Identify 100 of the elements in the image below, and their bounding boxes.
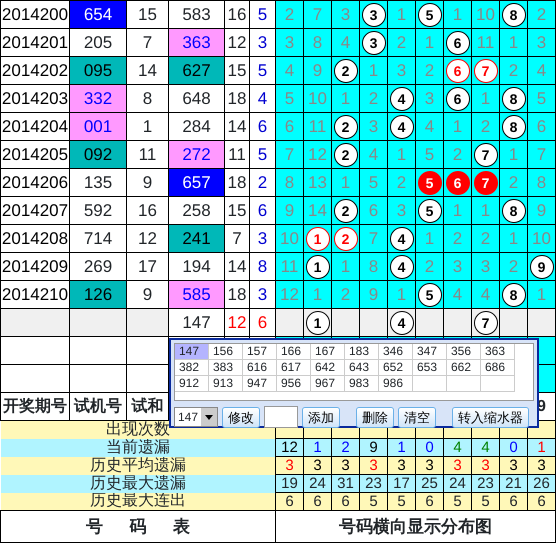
action-button[interactable]: 添加 [302, 406, 340, 428]
number-ball: 2 [334, 58, 358, 83]
test-number-cell: 095 [70, 56, 126, 84]
number-option[interactable]: 183 [345, 344, 379, 360]
sum-cell: 15 [224, 196, 250, 224]
stat-value: 19 [276, 474, 304, 492]
action-button[interactable]: 修改 [222, 406, 260, 428]
miss-count: 10 [276, 224, 304, 252]
miss-count: 4 [416, 112, 444, 140]
number-option[interactable]: 167 [311, 344, 345, 360]
stat-value: 6 [304, 492, 332, 510]
miss-count: 2 [500, 252, 528, 280]
number-option[interactable]: 986 [379, 376, 413, 392]
miss-count: 1 [444, 112, 472, 140]
number-ball: 4 [390, 254, 414, 279]
miss-count: 7 [276, 140, 304, 168]
number-option[interactable]: 947 [243, 376, 277, 392]
number-option[interactable]: 147 [175, 344, 209, 360]
miss-count: 13 [304, 168, 332, 196]
test-number-cell: 654 [70, 0, 126, 28]
miss-count: 2 [444, 140, 472, 168]
miss-count: 6 [528, 112, 556, 140]
sum-cell: 14 [224, 252, 250, 280]
miss-count: 5 [276, 84, 304, 112]
miss-count: 1 [444, 0, 472, 28]
stat-label: 历史最大遗漏 [0, 474, 276, 492]
number-option[interactable]: 643 [345, 360, 379, 376]
action-button[interactable]: 清空 [398, 406, 436, 428]
miss-count: 2 [332, 280, 360, 308]
sum-cell: 8 [126, 84, 168, 112]
stat-value: 3 [416, 456, 444, 474]
miss-count: 8 [304, 28, 332, 56]
sum-cell: 18 [224, 280, 250, 308]
number-option[interactable]: 347 [413, 344, 447, 360]
number-option[interactable]: 662 [447, 360, 481, 376]
stat-value: 0 [416, 438, 444, 456]
stat-value: 23 [472, 474, 500, 492]
miss-count: 11 [276, 252, 304, 280]
stat-value: 5 [388, 492, 416, 510]
number-ball: 8 [502, 114, 526, 139]
period-cell: 2014203 [0, 84, 70, 112]
number-option[interactable]: 967 [311, 376, 345, 392]
sum-cell: 15 [126, 0, 168, 28]
number-input[interactable] [264, 406, 298, 428]
number-ball: 4 [390, 310, 414, 335]
number-option[interactable]: 616 [243, 360, 277, 376]
test-number-cell: 592 [70, 196, 126, 224]
miss-count: 3 [388, 56, 416, 84]
number-ball: 8 [502, 2, 526, 27]
footer-title: 号码横向显示分布图 [276, 510, 556, 542]
number-ball: 5 [418, 282, 442, 307]
miss-count: 1 [500, 28, 528, 56]
sum-cell: 12 [224, 308, 250, 336]
draw-number-cell: 627 [168, 56, 224, 84]
period-cell: 2014205 [0, 140, 70, 168]
stat-value: 6 [528, 492, 556, 510]
footer-title: 号 码 表 [0, 510, 276, 542]
number-option[interactable]: 382 [175, 360, 209, 376]
number-option[interactable]: 652 [379, 360, 413, 376]
number-option[interactable]: 686 [481, 360, 515, 376]
miss-count: 4 [472, 280, 500, 308]
miss-count: 9 [360, 280, 388, 308]
number-option[interactable]: 983 [345, 376, 379, 392]
number-option[interactable]: 156 [209, 344, 243, 360]
miss-count: 2 [528, 0, 556, 28]
number-ball: 4 [390, 86, 414, 111]
number-option[interactable]: 956 [277, 376, 311, 392]
number-option[interactable]: 653 [413, 360, 447, 376]
miss-count: 10 [304, 84, 332, 112]
miss-count: 5 [528, 84, 556, 112]
miss-count: 1 [528, 280, 556, 308]
stat-value: 2 [332, 438, 360, 456]
stat-value: 4 [444, 438, 472, 456]
miss-count: 1 [332, 168, 360, 196]
miss-count: 2 [472, 112, 500, 140]
number-option[interactable]: 356 [447, 344, 481, 360]
number-select[interactable]: 147 [174, 407, 218, 427]
action-button[interactable]: 转入缩水器 [452, 406, 530, 428]
number-option[interactable]: 363 [481, 344, 515, 360]
number-option[interactable]: 383 [209, 360, 243, 376]
sum-cell: 18 [224, 84, 250, 112]
miss-count: 2 [416, 252, 444, 280]
stat-value: 1 [388, 438, 416, 456]
number-option[interactable]: 346 [379, 344, 413, 360]
miss-count: 1 [304, 280, 332, 308]
stat-value: 3 [276, 456, 304, 474]
number-ball: 8 [502, 86, 526, 111]
miss-count: 10 [472, 0, 500, 28]
number-option[interactable]: 166 [277, 344, 311, 360]
number-ball: 1 [306, 310, 330, 335]
miss-count: 3 [276, 28, 304, 56]
number-option[interactable]: 642 [311, 360, 345, 376]
number-option[interactable]: 913 [209, 376, 243, 392]
miss-count: 1 [388, 0, 416, 28]
miss-count: 8 [276, 168, 304, 196]
number-option[interactable]: 157 [243, 344, 277, 360]
number-ball: 1 [306, 254, 330, 279]
number-option[interactable]: 617 [277, 360, 311, 376]
number-ball: 2 [334, 226, 358, 251]
action-button[interactable]: 删除 [356, 406, 394, 428]
